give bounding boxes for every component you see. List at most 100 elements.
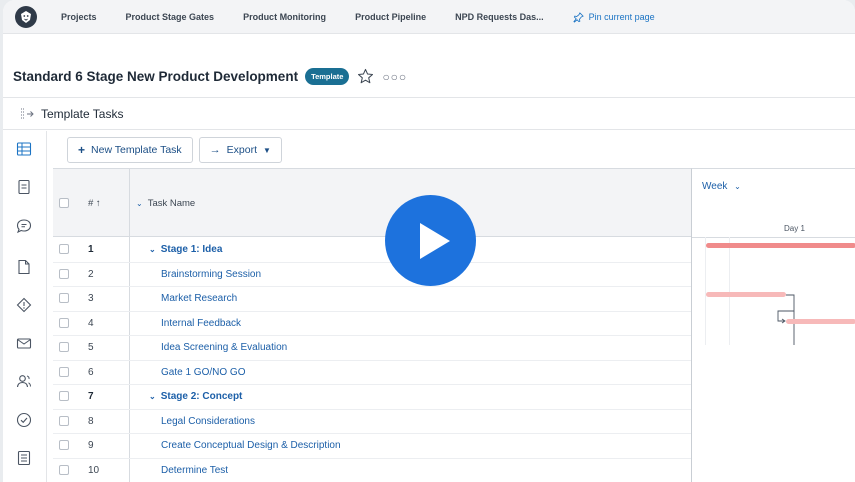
table-row[interactable]: 3 Market Research xyxy=(53,287,691,312)
table-row[interactable]: 9 Create Conceptual Design & Description xyxy=(53,434,691,459)
issue-diamond-icon[interactable] xyxy=(16,297,32,313)
stage-name-link[interactable]: ⌄ Stage 2: Concept xyxy=(149,391,242,402)
row-checkbox[interactable] xyxy=(59,366,69,377)
nav-product-monitoring[interactable]: Product Monitoring xyxy=(243,12,326,22)
column-header-task-name[interactable]: ⌄ Task Name xyxy=(136,198,195,209)
task-name-label: Stage 2: Concept xyxy=(160,391,243,402)
chevron-down-icon[interactable]: ⌄ xyxy=(149,245,156,254)
star-icon[interactable] xyxy=(357,68,374,85)
row-number: 10 xyxy=(88,464,100,476)
gantt-chart: Week ⌄ Day 1 xyxy=(691,168,855,482)
row-checkbox[interactable] xyxy=(59,342,69,352)
row-number: 5 xyxy=(88,342,94,353)
export-label: Export xyxy=(226,144,258,156)
chevron-down-icon: ⌄ xyxy=(136,199,143,208)
gantt-scale-label: Week xyxy=(702,181,728,192)
nav-product-stage-gates[interactable]: Product Stage Gates xyxy=(126,12,215,22)
row-checkbox[interactable] xyxy=(59,268,69,279)
row-number: 6 xyxy=(88,366,94,378)
new-template-task-label: New Template Task xyxy=(91,144,182,156)
gantt-bar-stage-1[interactable] xyxy=(706,243,855,248)
table-row[interactable]: 1 ⌄ Stage 1: Idea xyxy=(53,238,691,263)
gantt-bar-internal-feedback[interactable] xyxy=(786,319,855,324)
row-checkbox[interactable] xyxy=(59,244,69,254)
task-name-label: Create Conceptual Design & Description xyxy=(161,440,341,451)
chevron-down-icon: ⌄ xyxy=(734,182,741,191)
more-options-icon[interactable]: ○○○ xyxy=(382,70,407,84)
task-name-link[interactable]: Gate 1 GO/NO GO xyxy=(161,367,245,378)
task-name-link[interactable]: Brainstorming Session xyxy=(161,269,261,280)
nav-product-pipeline[interactable]: Product Pipeline xyxy=(355,12,426,22)
template-badge: Template xyxy=(305,68,350,85)
grid-toolbar: + New Template Task → Export ▼ xyxy=(53,132,855,168)
row-number: 3 xyxy=(88,293,94,304)
row-checkbox[interactable] xyxy=(59,464,69,475)
table-row[interactable]: 7 ⌄ Stage 2: Concept xyxy=(53,385,691,410)
row-checkbox[interactable] xyxy=(59,391,69,401)
row-checkbox[interactable] xyxy=(59,293,69,303)
task-name-label: Gate 1 GO/NO GO xyxy=(161,366,246,378)
table-row[interactable]: 5 Idea Screening & Evaluation xyxy=(53,336,691,361)
task-name-label: Idea Screening & Evaluation xyxy=(161,342,288,353)
grid-header: # ↑ ⌄ Task Name xyxy=(53,169,691,237)
new-template-task-button[interactable]: + New Template Task xyxy=(67,137,193,163)
gantt-scale-dropdown[interactable]: Week ⌄ xyxy=(702,181,741,192)
task-name-link[interactable]: Legal Considerations xyxy=(161,416,255,427)
top-nav: Projects Product Stage Gates Product Mon… xyxy=(3,0,855,34)
gantt-gridline xyxy=(705,237,706,345)
task-name-label: Stage 1: Idea xyxy=(160,244,223,255)
task-name-link[interactable]: Internal Feedback xyxy=(161,318,241,329)
nav-projects[interactable]: Projects xyxy=(61,12,97,22)
table-row[interactable]: 4 Internal Feedback xyxy=(53,312,691,336)
table-row[interactable]: 6 Gate 1 GO/NO GO xyxy=(53,361,691,385)
row-number: 8 xyxy=(88,415,94,427)
pin-icon xyxy=(572,11,584,23)
table-row[interactable]: 10 Determine Test xyxy=(53,459,691,482)
task-list-icon[interactable] xyxy=(16,141,32,157)
file-icon[interactable] xyxy=(16,259,32,275)
left-sidebar xyxy=(3,131,47,482)
stage-name-link[interactable]: ⌄ Stage 1: Idea xyxy=(149,244,222,255)
row-number: 2 xyxy=(88,268,94,280)
gantt-gridline xyxy=(729,237,730,345)
play-icon xyxy=(419,222,450,259)
row-checkbox[interactable] xyxy=(59,440,69,450)
task-name-link[interactable]: Market Research xyxy=(161,293,237,304)
select-all-checkbox[interactable] xyxy=(59,198,69,208)
row-number: 4 xyxy=(88,317,94,329)
pin-current-page-link[interactable]: Pin current page xyxy=(572,11,655,23)
nav-npd-requests[interactable]: NPD Requests Das... xyxy=(455,12,544,22)
task-name-link[interactable]: Determine Test xyxy=(161,465,228,476)
task-name-label: Determine Test xyxy=(161,464,229,476)
gantt-day-label: Day 1 xyxy=(784,224,805,233)
task-name-link[interactable]: Idea Screening & Evaluation xyxy=(161,342,287,353)
gantt-header-divider xyxy=(692,237,855,238)
column-header-number[interactable]: # ↑ xyxy=(88,198,101,209)
document-list-icon[interactable] xyxy=(16,179,32,195)
comment-icon[interactable] xyxy=(16,218,32,234)
row-number: 1 xyxy=(88,244,94,255)
approval-check-icon[interactable] xyxy=(16,412,32,428)
report-icon[interactable] xyxy=(16,450,32,466)
people-icon[interactable] xyxy=(16,373,32,389)
sub-header: Template Tasks xyxy=(3,99,855,130)
play-video-button[interactable] xyxy=(385,195,476,286)
row-number: 7 xyxy=(88,391,94,402)
task-name-link[interactable]: Create Conceptual Design & Description xyxy=(161,440,341,451)
row-checkbox[interactable] xyxy=(59,415,69,426)
section-title: Template Tasks xyxy=(41,107,124,121)
lion-logo-icon[interactable] xyxy=(15,6,37,28)
table-row[interactable]: 2 Brainstorming Session xyxy=(53,263,691,287)
export-arrow-icon: → xyxy=(209,144,221,156)
chevron-down-icon: ▼ xyxy=(263,145,271,155)
table-row[interactable]: 8 Legal Considerations xyxy=(53,410,691,434)
collapse-panel-icon[interactable] xyxy=(19,107,35,121)
chevron-down-icon[interactable]: ⌄ xyxy=(149,392,156,401)
export-button[interactable]: → Export ▼ xyxy=(198,137,282,163)
mail-icon[interactable] xyxy=(16,335,32,351)
task-name-label: Legal Considerations xyxy=(161,415,255,427)
row-number: 9 xyxy=(88,440,94,451)
task-name-label: Brainstorming Session xyxy=(161,268,262,280)
row-checkbox[interactable] xyxy=(59,317,69,328)
nav-items: Projects Product Stage Gates Product Mon… xyxy=(61,0,655,34)
